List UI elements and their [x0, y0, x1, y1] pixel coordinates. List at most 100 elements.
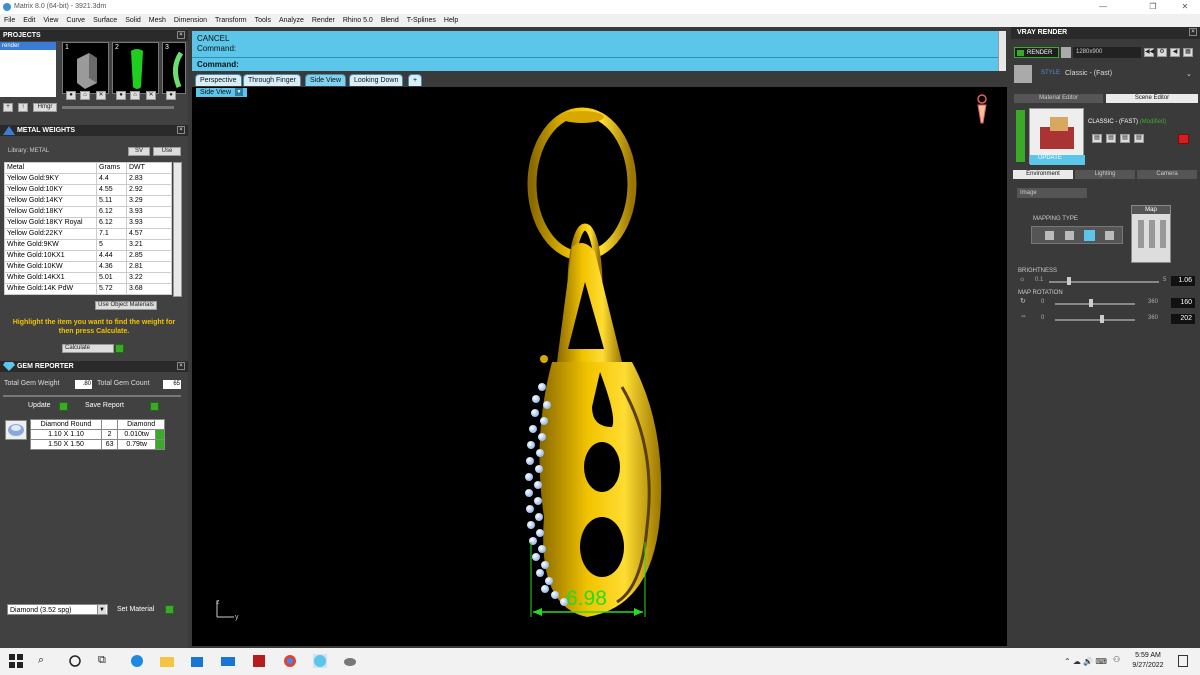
rewind-icon[interactable]: ◀◀ — [1144, 48, 1154, 57]
style-value[interactable]: Classic - (Fast) — [1065, 70, 1112, 77]
network-icon[interactable]: ⚇ — [1113, 655, 1120, 664]
tab-perspective[interactable]: Perspective — [195, 74, 242, 86]
project-item-render[interactable]: render — [0, 42, 56, 50]
set-material-button[interactable] — [165, 605, 174, 615]
rot1-value[interactable]: 160 — [1171, 298, 1195, 308]
menu-help[interactable]: Help — [440, 14, 462, 27]
store-icon[interactable] — [190, 654, 204, 668]
thumb-btn[interactable]: ● — [166, 91, 176, 100]
hmgr-button[interactable]: Hmgr — [33, 103, 57, 112]
use-button[interactable]: Use — [153, 147, 181, 156]
close-icon[interactable]: × — [177, 126, 185, 134]
menu-view[interactable]: View — [39, 14, 62, 27]
project-thumb-2[interactable]: 2 — [112, 42, 159, 94]
gem-table[interactable]: Diamond Round Diamond 1.10 X 1.10 2 0.01… — [30, 419, 165, 450]
system-tray-icons[interactable]: ⌃ ☁ 🔊 ⌨ — [1064, 657, 1107, 666]
brightness-value[interactable]: 1.06 — [1171, 276, 1195, 286]
close-icon[interactable]: × — [1189, 28, 1197, 36]
edge-icon[interactable] — [130, 654, 144, 668]
menu-mesh[interactable]: Mesh — [145, 14, 170, 27]
menu-edit[interactable]: Edit — [19, 14, 39, 27]
gear-icon[interactable]: ⚙ — [1157, 48, 1167, 57]
settings-icon[interactable] — [1061, 47, 1071, 58]
menu-rhino[interactable]: Rhino 5.0 — [339, 14, 377, 27]
project-thumb-1[interactable]: 1 — [62, 42, 109, 94]
table-row[interactable]: 1.50 X 1.50 63 0.79tw — [30, 439, 165, 450]
thumb-btn[interactable]: ⌂ — [80, 91, 90, 100]
preset-btn[interactable]: ▤ — [1120, 134, 1130, 143]
gem-update-button[interactable] — [59, 402, 68, 412]
table-row[interactable]: White Gold:14KX1 5.01 3.22 — [4, 272, 172, 284]
menu-render[interactable]: Render — [308, 14, 339, 27]
menu-solid[interactable]: Solid — [121, 14, 145, 27]
tab-environment[interactable]: Environment — [1013, 170, 1073, 179]
metal-table-scrollbar[interactable] — [173, 162, 182, 297]
project-thumb-3[interactable]: 3 — [162, 42, 186, 94]
table-row[interactable]: Yellow Gold:14KY 5.11 3.29 — [4, 195, 172, 207]
thumb-btn[interactable]: ✕ — [96, 91, 106, 100]
brightness-slider[interactable] — [1049, 281, 1159, 283]
thumb-btn[interactable]: ✕ — [146, 91, 156, 100]
viewport-label[interactable]: Side View ▼ — [196, 88, 247, 97]
mapping-plane-icon[interactable] — [1045, 231, 1054, 240]
notification-icon[interactable] — [1178, 655, 1188, 667]
project-list[interactable]: render — [0, 42, 56, 97]
rot2-slider[interactable] — [1055, 319, 1135, 321]
gem-slider[interactable] — [3, 395, 181, 397]
render-button[interactable]: RENDER — [1014, 47, 1059, 58]
command-input[interactable]: Command: — [192, 57, 998, 71]
rot1-slider[interactable] — [1055, 303, 1135, 305]
col-dwt[interactable]: DWT — [126, 162, 172, 174]
grid-icon[interactable]: ▦ — [1183, 48, 1193, 57]
search-icon[interactable]: ⌕ — [38, 654, 52, 668]
mapping-sphere-icon[interactable] — [1105, 231, 1114, 240]
table-row[interactable]: Yellow Gold:18KY 6.12 3.93 — [4, 206, 172, 218]
col-grams[interactable]: Grams — [96, 162, 127, 174]
rot2-thumb[interactable] — [1100, 315, 1104, 323]
table-row[interactable]: White Gold:10KX1 4.44 2.85 — [4, 250, 172, 262]
windows-start-icon[interactable] — [9, 654, 23, 668]
tab-side-view[interactable]: Side View — [305, 74, 347, 86]
menu-surface[interactable]: Surface — [89, 14, 121, 27]
preset-side-button[interactable] — [1016, 110, 1025, 162]
chevron-down-icon[interactable]: ⌄ — [1186, 70, 1192, 78]
table-row[interactable]: Yellow Gold:18KY Royal 6.12 3.93 — [4, 217, 172, 229]
table-row[interactable]: Yellow Gold:22KY 7.1 4.57 — [4, 228, 172, 240]
mapping-cylinder-icon[interactable] — [1084, 230, 1095, 241]
preset-update-label[interactable]: UPDATE — [1038, 155, 1062, 161]
tab-add[interactable]: + — [408, 74, 423, 86]
task-view-icon[interactable]: ⧉ — [98, 654, 112, 668]
row-play-button[interactable] — [155, 429, 165, 440]
menu-transform[interactable]: Transform — [211, 14, 251, 27]
close-button[interactable]: ✕ — [1172, 0, 1198, 14]
chevron-left-icon[interactable]: ◀ — [1170, 48, 1180, 57]
mail-icon[interactable] — [221, 654, 235, 668]
rot1-thumb[interactable] — [1089, 299, 1093, 307]
rot2-value[interactable]: 202 — [1171, 314, 1195, 324]
rhino-icon[interactable] — [343, 654, 357, 668]
close-icon[interactable]: × — [177, 362, 185, 370]
viewport[interactable]: 6.98 z y — [192, 87, 1007, 646]
table-row[interactable]: White Gold:10KW 4.36 2.81 — [4, 261, 172, 273]
add-project-button[interactable]: + — [3, 103, 13, 112]
env-source-select[interactable]: Image — [1017, 188, 1087, 198]
tab-looking-down[interactable]: Looking Down — [349, 74, 404, 86]
table-row[interactable]: Yellow Gold:9KY 4.4 2.83 — [4, 173, 172, 185]
up-project-button[interactable]: ↑ — [18, 103, 28, 112]
table-row[interactable]: White Gold:14K PdW 5.72 3.68 — [4, 283, 172, 295]
thumb-btn[interactable]: ● — [66, 91, 76, 100]
use-object-materials-checkbox[interactable]: Use Object Materials — [95, 301, 157, 310]
sv-button[interactable]: SV — [128, 147, 150, 156]
app-red-icon[interactable] — [252, 654, 266, 668]
brightness-thumb[interactable] — [1067, 277, 1071, 285]
restore-button[interactable]: ❐ — [1140, 0, 1166, 14]
tab-camera[interactable]: Camera — [1137, 170, 1197, 179]
preset-btn[interactable]: ▤ — [1134, 134, 1144, 143]
matrix-app-icon[interactable] — [313, 654, 327, 668]
thumb-btn[interactable]: ● — [116, 91, 126, 100]
tab-through-finger[interactable]: Through Finger — [243, 74, 301, 86]
preset-btn[interactable]: ▤ — [1092, 134, 1102, 143]
material-select[interactable]: Diamond (3.52 spg) ▼ — [7, 604, 108, 615]
file-explorer-icon[interactable] — [160, 654, 174, 668]
cortana-icon[interactable] — [68, 654, 82, 668]
